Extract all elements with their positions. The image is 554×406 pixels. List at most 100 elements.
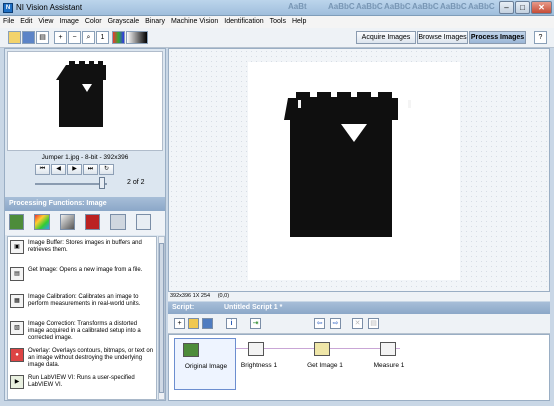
new-script-icon[interactable]: + (174, 318, 185, 329)
zoom-fit-icon[interactable]: ⌕ (82, 31, 95, 44)
background-tab: AaBbC (384, 2, 411, 11)
function-list: ▣ Image Buffer: Stores images in buffers… (7, 236, 157, 400)
menu-color[interactable]: Color (85, 16, 102, 28)
identification-category-icon[interactable] (135, 214, 151, 230)
info-icon[interactable]: i (226, 318, 237, 329)
get-image-step-icon (314, 342, 330, 356)
run-script-icon[interactable]: ⇥ (250, 318, 261, 329)
image-correction-icon: ▧ (10, 321, 24, 335)
step-label: Get Image 1 (307, 362, 343, 369)
help-icon[interactable]: ? (534, 31, 547, 44)
loop-icon[interactable]: ↻ (99, 164, 114, 175)
page-of: of (132, 179, 139, 186)
close-button[interactable]: ✕ (531, 1, 552, 14)
zoom-out-icon[interactable]: − (68, 31, 81, 44)
menu-file[interactable]: File (3, 16, 14, 28)
function-item-image-correction[interactable]: ▧ Image Correction: Transforms a distort… (8, 318, 156, 345)
image-caption: Jumper 1.jpg - 8-bit - 392x396 (41, 154, 129, 161)
title-bar: N NI Vision Assistant AaBt AaBbC AaBbC A… (0, 0, 554, 16)
zoom-1-to-1-icon[interactable]: 1 (96, 31, 109, 44)
step-label: Measure 1 (373, 362, 405, 369)
image-calibration-icon: ▦ (10, 294, 24, 308)
maximize-button[interactable]: □ (515, 1, 530, 14)
menu-identification[interactable]: Identification (224, 16, 263, 28)
function-list-scrollbar[interactable] (158, 236, 165, 400)
script-step-measure[interactable]: Measure 1 (358, 338, 420, 390)
function-name: Image Buffer: (28, 240, 64, 246)
first-image-button[interactable]: ⏮ (35, 164, 50, 175)
function-item-get-image[interactable]: ▤ Get Image: Opens a new image from a fi… (8, 264, 156, 291)
minimize-button[interactable]: – (499, 1, 514, 14)
script-label: Script: (172, 304, 195, 311)
script-step-get-image[interactable]: Get Image 1 (294, 338, 356, 390)
scrollbar-thumb[interactable] (159, 243, 164, 393)
run-labview-icon: ▶ (10, 375, 24, 389)
background-tab: AaBbC (356, 2, 383, 11)
menu-grayscale[interactable]: Grayscale (108, 16, 140, 28)
script-step-brightness[interactable]: Brightness 1 (228, 338, 290, 390)
image-status-bar: 392x396 1X 254 (0,0) (168, 292, 550, 301)
machine-vision-category-icon[interactable] (110, 214, 126, 230)
print-icon[interactable]: ▤ (36, 31, 49, 44)
copy-step-icon[interactable]: ▤ (368, 318, 379, 329)
menu-image[interactable]: Image (59, 16, 78, 28)
main-toolbar: ▤ + − ⌕ 1 Acquire Images Browse Images P… (0, 28, 554, 48)
page-current: 2 (127, 179, 131, 186)
menu-bar: File Edit View Image Color Grayscale Bin… (0, 16, 554, 28)
color-category-icon[interactable] (34, 214, 50, 230)
browse-images-button[interactable]: Browse Images (417, 31, 468, 44)
gray-palette-icon[interactable] (126, 31, 148, 44)
function-item-image-calibration[interactable]: ▦ Image Calibration: Calibrates an image… (8, 291, 156, 318)
save-script-icon[interactable] (202, 318, 213, 329)
menu-view[interactable]: View (38, 16, 53, 28)
function-item-overlay[interactable]: ● Overlay: Overlays contours, bitmaps, o… (8, 345, 156, 372)
image-thumbnail[interactable] (7, 51, 163, 151)
function-name: Overlay: (28, 348, 51, 354)
grayscale-category-icon[interactable] (59, 214, 75, 230)
image-slider-thumb[interactable] (99, 177, 105, 189)
delete-step-icon[interactable]: ✕ (352, 318, 363, 329)
background-tab: AaBbC (440, 2, 467, 11)
page-total: 2 (140, 179, 145, 186)
script-step-original-image[interactable]: Original Image (174, 338, 236, 390)
window-title: NI Vision Assistant (16, 3, 83, 12)
menu-tools[interactable]: Tools (270, 16, 286, 28)
zoom-in-icon[interactable]: + (54, 31, 67, 44)
menu-machine-vision[interactable]: Machine Vision (171, 16, 218, 28)
processing-category-tabs (5, 211, 165, 235)
brightness-icon (248, 342, 264, 356)
get-image-icon: ▤ (10, 267, 24, 281)
acquire-images-button[interactable]: Acquire Images (356, 31, 416, 44)
color-palette-icon[interactable] (112, 31, 125, 44)
script-header: Script: Untitled Script 1 * (168, 302, 550, 314)
open-script-icon[interactable] (188, 318, 199, 329)
left-panel: Jumper 1.jpg - 8-bit - 392x396 ⏮ ◀ ▶ ⏭ ↻… (4, 48, 166, 401)
background-tab: AaBbC (412, 2, 439, 11)
function-desc: Opens a new image from a file. (59, 267, 143, 273)
function-item-image-buffer[interactable]: ▣ Image Buffer: Stores images in buffers… (8, 237, 156, 264)
acquire-icon[interactable] (8, 31, 21, 44)
menu-edit[interactable]: Edit (20, 16, 32, 28)
next-image-button[interactable]: ▶ (67, 164, 82, 175)
binary-category-icon[interactable] (84, 214, 101, 230)
save-icon[interactable] (22, 31, 35, 44)
image-dims: 392x396 1X 254 (170, 293, 211, 299)
image-navigation: ⏮ ◀ ▶ ⏭ ↻ (35, 164, 115, 175)
move-right-icon[interactable]: ⇨ (330, 318, 341, 329)
page-indicator: 2 of 2 (127, 179, 145, 186)
image-category-icon[interactable] (9, 214, 25, 230)
last-image-button[interactable]: ⏭ (83, 164, 98, 175)
image-buffer-icon: ▣ (10, 240, 24, 254)
process-images-button[interactable]: Process Images (469, 31, 526, 44)
overlay-icon: ● (10, 348, 24, 362)
menu-help[interactable]: Help (292, 16, 306, 28)
function-item-run-labview[interactable]: ▶ Run LabVIEW VI: Runs a user-specified … (8, 372, 156, 399)
menu-binary[interactable]: Binary (145, 16, 165, 28)
function-name: Image Calibration: (28, 294, 77, 300)
function-name: Image Correction: (28, 321, 76, 327)
measure-icon (380, 342, 396, 356)
image-slider-track[interactable] (35, 183, 107, 185)
previous-image-button[interactable]: ◀ (51, 164, 66, 175)
main-image[interactable] (248, 62, 460, 280)
move-left-icon[interactable]: ⇦ (314, 318, 325, 329)
